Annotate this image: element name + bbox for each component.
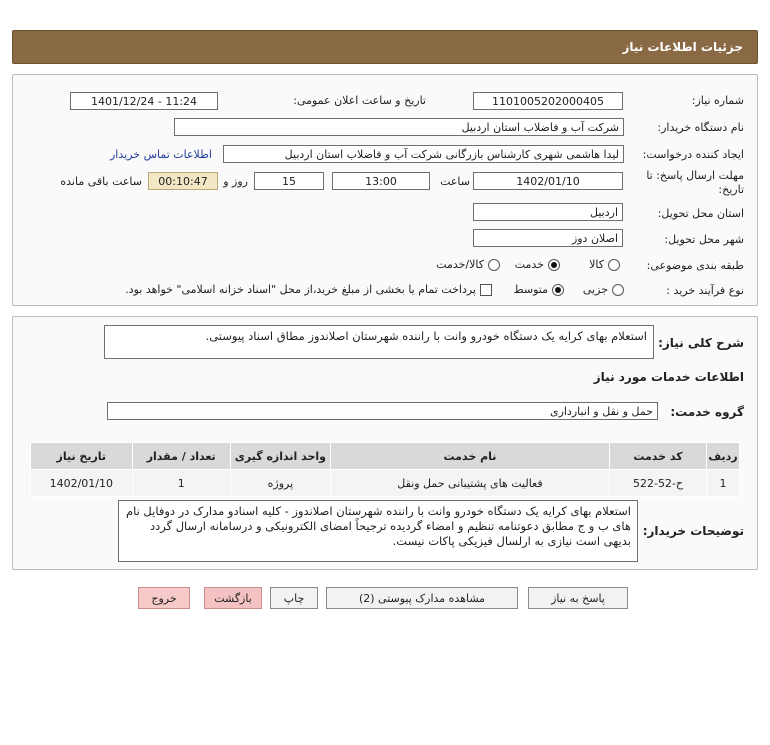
service-group-field: حمل و نقل و انبارداری xyxy=(107,402,658,420)
col-quantity: تعداد / مقدار xyxy=(131,442,231,470)
cell-need-date: 1402/01/10 xyxy=(30,469,133,497)
category-goods-service-label: کالا/خدمت xyxy=(436,258,484,271)
buyer-contact-link[interactable]: اطلاعات تماس خریدار xyxy=(110,148,212,161)
category-goods-label: کالا xyxy=(589,258,604,271)
view-attachments-button[interactable]: مشاهده مدارک پیوستی (2) xyxy=(326,587,518,609)
radio-minor[interactable] xyxy=(612,283,624,296)
page-header: جزئیات اطلاعات نیاز xyxy=(12,30,758,64)
treasury-payment-option[interactable]: پرداخت تمام یا بخشی از مبلغ خرید،از محل … xyxy=(125,283,492,296)
process-option-medium[interactable]: متوسط xyxy=(513,283,564,296)
treasury-checkbox[interactable] xyxy=(480,283,492,296)
col-service-name: نام خدمت xyxy=(330,442,610,470)
radio-service[interactable] xyxy=(548,258,560,271)
buyer-org-label: نام دستگاه خریدار: xyxy=(657,121,744,134)
radio-goods-service[interactable] xyxy=(488,258,500,271)
page-title: جزئیات اطلاعات نیاز xyxy=(622,40,743,54)
radio-goods[interactable] xyxy=(608,258,620,271)
process-option-minor[interactable]: جزیی xyxy=(583,283,624,296)
reply-button[interactable]: پاسخ به نیاز xyxy=(528,587,628,609)
cell-service-code: ح-52-522 xyxy=(608,469,708,497)
buyer-notes-label: توضیحات خریدار: xyxy=(642,524,744,538)
radio-medium[interactable] xyxy=(552,283,564,296)
buyer-notes-textbox: استعلام بهای کرایه یک دستگاه خودرو وانت … xyxy=(118,500,638,562)
col-service-code: کد خدمت xyxy=(608,442,708,470)
exit-button[interactable]: خروج xyxy=(138,587,190,609)
province-label: استان محل تحویل: xyxy=(657,207,744,220)
city-field: اصلان دوز xyxy=(473,229,623,247)
requester-label: ایجاد کننده درخواست: xyxy=(642,148,744,161)
city-label: شهر محل تحویل: xyxy=(664,233,744,246)
remaining-time-field: 00:10:47 xyxy=(148,172,218,190)
deadline-label-date: تاریخ: xyxy=(718,183,744,196)
summary-textbox: استعلام بهای کرایه یک دستگاه خودرو وانت … xyxy=(104,325,654,359)
process-label: نوع فرآیند خرید : xyxy=(666,284,744,297)
announce-datetime-field: 1401/12/24 - 11:24 xyxy=(70,92,218,110)
col-row: ردیف xyxy=(706,442,740,470)
treasury-note: پرداخت تمام یا بخشی از مبلغ خرید،از محل … xyxy=(125,283,476,296)
cell-service-name: فعالیت های پشتیبانی حمل ونقل xyxy=(330,469,610,497)
back-button[interactable]: بازگشت xyxy=(204,587,262,609)
buyer-org-field: شرکت آب و فاضلاب استان اردبیل xyxy=(174,118,624,136)
col-need-date: تاریخ نیاز xyxy=(30,442,133,470)
service-group-label: گروه خدمت: xyxy=(670,405,744,419)
need-number-field: 1101005202000405 xyxy=(473,92,623,110)
services-table-header: ردیف کد خدمت نام خدمت واحد اندازه گیری ت… xyxy=(30,442,740,470)
print-button[interactable]: چاپ xyxy=(270,587,318,609)
cell-unit: پروژه xyxy=(229,469,332,497)
cell-row: 1 xyxy=(706,469,740,497)
col-unit: واحد اندازه گیری xyxy=(229,442,332,470)
services-table: ردیف کد خدمت نام خدمت واحد اندازه گیری ت… xyxy=(30,442,740,497)
deadline-label: مهلت ارسال پاسخ: تا xyxy=(646,169,744,182)
days-label: روز و xyxy=(223,175,248,188)
deadline-time-label: ساعت xyxy=(440,175,470,188)
summary-label: شرح کلی نیاز: xyxy=(658,336,744,350)
need-number-label: شماره نیاز: xyxy=(691,94,744,107)
category-option-goods-service[interactable]: کالا/خدمت xyxy=(436,258,500,271)
category-option-goods[interactable]: کالا xyxy=(589,258,620,271)
requester-field: لیدا هاشمی شهری کارشناس بازرگانی شرکت آب… xyxy=(223,145,624,163)
services-section-title: اطلاعات خدمات مورد نیاز xyxy=(593,370,744,384)
days-field: 15 xyxy=(254,172,324,190)
category-option-service[interactable]: خدمت xyxy=(515,258,560,271)
category-service-label: خدمت xyxy=(514,258,544,271)
announce-datetime-label: تاریخ و ساعت اعلان عمومی: xyxy=(293,94,426,107)
table-row: 1 ح-52-522 فعالیت های پشتیبانی حمل ونقل … xyxy=(30,469,740,497)
deadline-date-field: 1402/01/10 xyxy=(473,172,623,190)
remaining-time-label: ساعت باقی مانده xyxy=(60,175,142,188)
cell-quantity: 1 xyxy=(131,469,231,497)
process-minor-label: جزیی xyxy=(582,283,608,296)
province-field: اردبیل xyxy=(473,203,623,221)
process-medium-label: متوسط xyxy=(513,283,548,296)
deadline-time-field: 13:00 xyxy=(332,172,430,190)
category-label: طبقه بندی موضوعی: xyxy=(646,259,744,272)
